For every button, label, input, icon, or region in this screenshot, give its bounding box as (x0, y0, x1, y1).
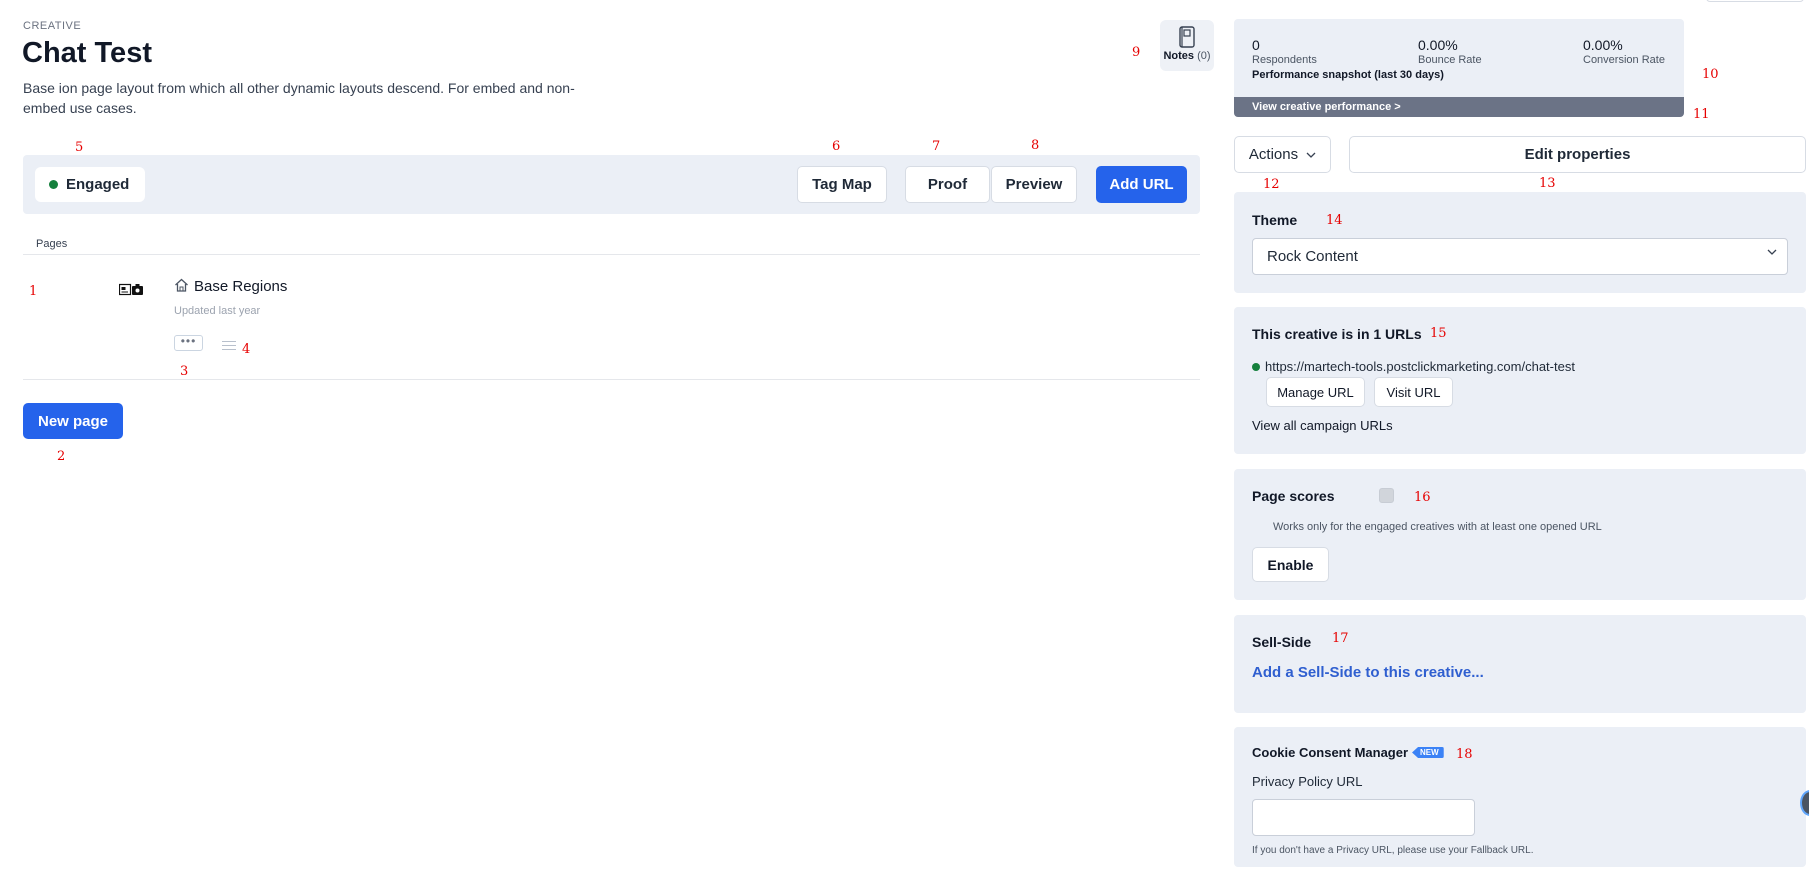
privacy-policy-url-input[interactable] (1252, 799, 1475, 836)
performance-snapshot-card: 0 Respondents 0.00% Bounce Rate 0.00% Co… (1234, 19, 1684, 117)
annotation-marker-18: 18 (1456, 747, 1473, 762)
stat-respondents: 0 Respondents (1252, 37, 1317, 66)
annotation-marker-6: 6 (832, 139, 841, 154)
theme-panel: Theme 14 Rock Content (1234, 192, 1806, 293)
annotation-marker-8: 8 (1031, 138, 1040, 153)
annotation-marker-7: 7 (932, 139, 941, 154)
view-all-campaign-urls-link[interactable]: View all campaign URLs (1252, 418, 1393, 433)
annotation-marker-15: 15 (1430, 326, 1447, 341)
sell-side-title: Sell-Side (1252, 634, 1312, 650)
url-text: https://martech-tools.postclickmarketing… (1265, 359, 1575, 374)
stat-bounce-rate: 0.00% Bounce Rate (1418, 37, 1482, 66)
page-scores-note: Works only for the engaged creatives wit… (1273, 521, 1602, 533)
visit-url-button[interactable]: Visit URL (1374, 377, 1453, 407)
page-name[interactable]: Base Regions (194, 278, 287, 295)
divider (23, 254, 1200, 255)
stat-conversion-rate: 0.00% Conversion Rate (1583, 37, 1665, 66)
performance-title: Performance snapshot (last 30 days) (1252, 69, 1444, 81)
annotation-marker-14: 14 (1326, 213, 1343, 228)
urls-title: This creative is in 1 URLs (1252, 326, 1422, 342)
status-dot-icon (49, 180, 58, 189)
annotation-marker-1: 1 (29, 284, 38, 299)
manage-url-button[interactable]: Manage URL (1266, 377, 1365, 407)
chevron-down-icon (1306, 152, 1316, 158)
cookie-consent-panel: Cookie Consent Manager NEW 18 Privacy Pol… (1234, 727, 1806, 867)
privacy-policy-label: Privacy Policy URL (1252, 774, 1363, 789)
sell-side-panel: Sell-Side 17 Add a Sell-Side to this cre… (1234, 615, 1806, 713)
creative-toolbar: Engaged Tag Map Proof Preview Add URL (23, 155, 1200, 214)
drag-handle-icon[interactable] (222, 341, 236, 353)
status-label: Engaged (66, 176, 130, 193)
page-eyebrow: CREATIVE (23, 20, 82, 32)
top-right-button-fragment[interactable] (1706, 0, 1804, 2)
annotation-marker-9: 9 (1132, 45, 1141, 60)
theme-selected-value: Rock Content (1267, 248, 1358, 265)
page-more-options-button[interactable]: ••• (174, 335, 203, 351)
notes-button[interactable]: Notes (0) (1160, 20, 1214, 71)
notebook-icon (1179, 26, 1195, 48)
creative-url: https://martech-tools.postclickmarketing… (1252, 359, 1575, 374)
page-updated-text: Updated last year (174, 305, 261, 317)
page-scores-title: Page scores (1252, 488, 1335, 504)
new-page-button[interactable]: New page (23, 403, 123, 439)
page-scores-checkbox[interactable] (1379, 488, 1394, 503)
actions-label: Actions (1248, 146, 1299, 163)
notes-label: Notes (1163, 50, 1195, 62)
urls-panel: This creative is in 1 URLs 15 https://ma… (1234, 307, 1806, 454)
status-badge[interactable]: Engaged (35, 167, 146, 202)
proof-button[interactable]: Proof (905, 166, 990, 203)
theme-title: Theme (1252, 212, 1298, 228)
divider (23, 379, 1200, 380)
page-thumbnail-icon[interactable] (119, 283, 144, 296)
annotation-marker-10: 10 (1702, 67, 1719, 82)
page-scores-panel: Page scores 16 Works only for the engage… (1234, 469, 1806, 600)
annotation-marker-12: 12 (1263, 177, 1280, 192)
actions-dropdown[interactable]: Actions (1234, 136, 1331, 173)
notes-count: (0) (1197, 50, 1211, 62)
new-badge: NEW (1412, 747, 1444, 758)
status-dot-icon (1252, 362, 1260, 371)
annotation-marker-16: 16 (1414, 490, 1431, 505)
theme-select[interactable]: Rock Content (1252, 238, 1788, 275)
page-title: Chat Test (22, 37, 152, 69)
annotation-marker-2: 2 (57, 449, 66, 464)
preview-button[interactable]: Preview (991, 166, 1077, 203)
page-description: Base ion page layout from which all othe… (23, 80, 575, 116)
add-url-button[interactable]: Add URL (1096, 166, 1187, 203)
enable-button[interactable]: Enable (1252, 547, 1329, 582)
annotation-marker-5: 5 (75, 140, 84, 155)
annotation-marker-4: 4 (242, 342, 251, 357)
privacy-url-hint: If you don't have a Privacy URL, please … (1252, 845, 1534, 856)
pages-section-label: Pages (36, 238, 68, 250)
tag-map-button[interactable]: Tag Map (797, 166, 887, 203)
annotation-marker-17: 17 (1332, 631, 1349, 646)
home-icon (175, 278, 188, 292)
chevron-down-icon (1767, 249, 1777, 255)
add-sell-side-link[interactable]: Add a Sell-Side to this creative... (1252, 664, 1484, 681)
annotation-marker-3: 3 (180, 364, 189, 379)
annotation-marker-13: 13 (1539, 176, 1556, 191)
view-performance-link[interactable]: View creative performance > (1234, 97, 1684, 117)
cookie-consent-title: Cookie Consent Manager NEW (1252, 745, 1444, 760)
annotation-marker-11: 11 (1693, 107, 1710, 122)
edit-properties-button[interactable]: Edit properties (1349, 136, 1806, 173)
